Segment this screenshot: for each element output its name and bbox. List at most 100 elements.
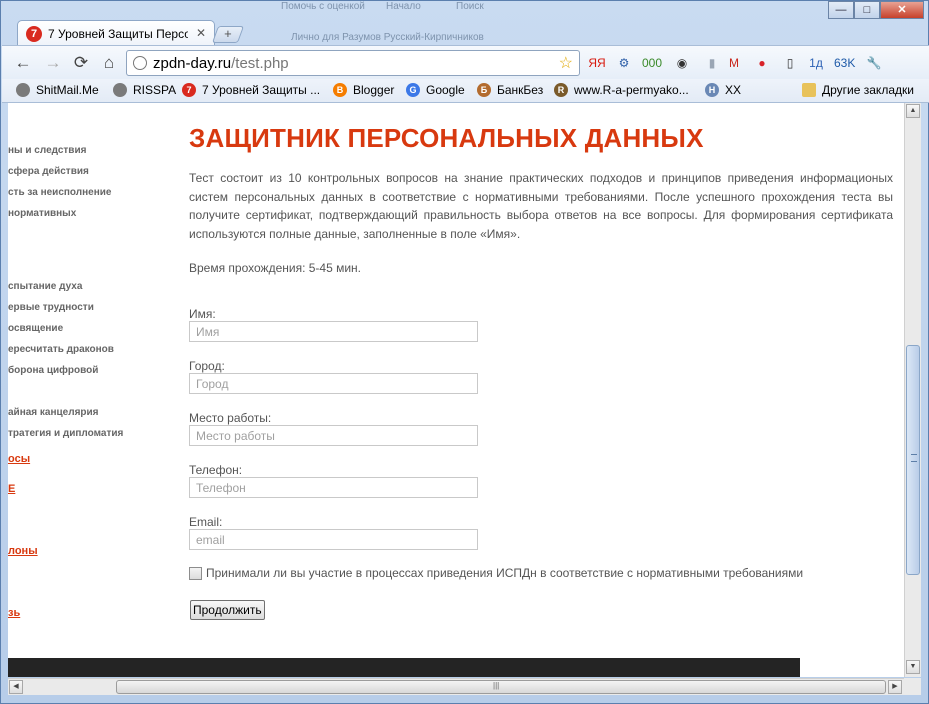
sidebar-menu-item[interactable]: ны и следствия: [8, 145, 86, 156]
calendar-icon[interactable]: 1д: [806, 54, 826, 72]
workplace-label: Место работы:: [189, 411, 272, 425]
tab-title: 7 Уровней Защиты Персона: [48, 26, 188, 41]
title-bar: 7 7 Уровней Защиты Персона ✕ + Помочь с …: [1, 1, 929, 46]
sidebar-menu-item[interactable]: сть за неисполнение: [8, 187, 111, 198]
bookmark-label: Blogger: [353, 83, 395, 97]
vertical-scrollbar[interactable]: ▲ ▼: [904, 103, 921, 677]
page-footer: [8, 658, 800, 677]
blogger-icon: B: [333, 83, 347, 97]
grip-icon: |||: [493, 681, 500, 690]
bookmark-icon: R: [554, 83, 568, 97]
participation-checkbox-label[interactable]: Принимали ли вы участие в процессах прив…: [206, 566, 803, 580]
phone-icon[interactable]: ▯: [780, 54, 800, 72]
bookmark-item[interactable]: H XX: [705, 83, 741, 97]
continue-button[interactable]: Продолжить: [190, 600, 265, 620]
bookmark-item[interactable]: ShitMail.Me: [16, 83, 99, 97]
browser-toolbar: ← → ⟳ ⌂ zpdn-day.ru/test.php ☆ ЯЯ ⚙ 000 ◉ ▮ M…: [2, 45, 929, 79]
stats-icon[interactable]: 63K: [834, 54, 855, 72]
sidebar-menu-item[interactable]: спытание духа: [8, 281, 82, 292]
bookmark-item[interactable]: Б БанкБез: [477, 83, 543, 97]
browser-tab[interactable]: 7 7 Уровней Защиты Персона ✕: [17, 20, 215, 46]
pills-icon[interactable]: ●: [752, 54, 772, 72]
folder-icon: [802, 83, 816, 97]
page-title: ЗАЩИТНИК ПЕРСОНАЛЬНЫХ ДАННЫХ: [189, 123, 704, 153]
sidebar-menu-item[interactable]: тратегия и дипломатия: [8, 428, 123, 439]
maximize-button[interactable]: □: [854, 1, 880, 19]
bookmark-label: XX: [725, 83, 742, 97]
wrench-icon[interactable]: 🔧: [864, 54, 884, 72]
camera-icon[interactable]: ◉: [672, 54, 692, 72]
bookmark-item[interactable]: Rwww.R-a-permyako...: [554, 83, 689, 97]
sidebar-menu-item[interactable]: лоны: [8, 545, 38, 557]
sidebar-menu-item[interactable]: осы: [8, 453, 30, 465]
counter-icon[interactable]: 000: [642, 54, 662, 72]
close-window-button[interactable]: ✕: [880, 1, 924, 19]
home-button[interactable]: ⌂: [98, 52, 120, 74]
reload-button[interactable]: ⟳: [70, 52, 92, 74]
background-title: Начало: [386, 1, 421, 12]
bookmark-label: 7 Уровней Защиты ...: [202, 83, 321, 97]
sidebar-menu-item[interactable]: ервые трудности: [8, 302, 94, 313]
bookmark-item[interactable]: G Google: [406, 83, 465, 97]
bookmark-label: www.R-a-permyako...: [574, 83, 689, 97]
bookmarks-bar: ShitMail.Me RISSPA 7 7 Уровней Защиты ... B B…: [2, 79, 929, 103]
bank-icon: Б: [477, 83, 491, 97]
participation-checkbox-row[interactable]: Принимали ли вы участие в процессах прив…: [189, 566, 803, 580]
sidebar-menu-item[interactable]: зь: [8, 607, 20, 619]
globe-icon: [113, 83, 127, 97]
background-title: Лично для Разумов Русский-Кирпичников: [291, 32, 484, 43]
sidebar-menu-item[interactable]: Е: [8, 483, 15, 495]
city-label: Город:: [189, 359, 225, 373]
test-duration: Время прохождения: 5-45 мин.: [189, 261, 362, 275]
new-tab-button[interactable]: +: [211, 26, 245, 43]
gmail-icon[interactable]: M: [724, 54, 744, 72]
scrollbar-corner: [904, 678, 921, 695]
back-button[interactable]: ←: [12, 52, 34, 74]
bookmark-label: RISSPA: [133, 83, 177, 97]
minimize-button[interactable]: —: [828, 1, 854, 19]
grip-icon: [911, 454, 917, 462]
close-tab-icon[interactable]: ✕: [196, 26, 206, 40]
horizontal-scrollbar[interactable]: ◀ ||| ▶: [8, 678, 904, 695]
bookmark-label: ShitMail.Me: [36, 83, 99, 97]
bookmark-label: Google: [426, 83, 465, 97]
url-text: zpdn-day.ru/test.php: [153, 55, 289, 72]
bookmark-star-icon[interactable]: ☆: [559, 53, 573, 73]
city-input[interactable]: [189, 373, 478, 394]
scroll-right-arrow-icon[interactable]: ▶: [888, 680, 902, 694]
scroll-down-arrow-icon[interactable]: ▼: [906, 660, 920, 674]
forward-button[interactable]: →: [42, 52, 64, 74]
sidebar-menu-item[interactable]: сфера действия: [8, 166, 89, 177]
other-bookmarks[interactable]: Другие закладки: [802, 83, 914, 97]
name-label: Имя:: [189, 307, 216, 321]
workplace-input[interactable]: [189, 425, 478, 446]
phone-label: Телефон:: [189, 463, 243, 477]
sidebar-menu-item[interactable]: айная канцелярия: [8, 407, 99, 418]
google-icon: G: [406, 83, 420, 97]
bookmark-item[interactable]: 7 7 Уровней Защиты ...: [182, 83, 320, 97]
signal-icon[interactable]: ▮: [702, 54, 722, 72]
sidebar-menu-item[interactable]: ересчитать драконов: [8, 344, 114, 355]
bookmark-item[interactable]: RISSPA: [113, 83, 176, 97]
phone-input[interactable]: [189, 477, 478, 498]
address-bar[interactable]: zpdn-day.ru/test.php ☆: [126, 50, 580, 76]
vertical-scroll-thumb[interactable]: [906, 345, 920, 575]
url-host: zpdn-day.ru: [153, 55, 232, 72]
sidebar-menu-item[interactable]: освящение: [8, 323, 63, 334]
settings-icon[interactable]: ⚙: [614, 54, 634, 72]
email-input[interactable]: [189, 529, 478, 550]
sidebar-menu-item[interactable]: нормативных: [8, 208, 76, 219]
hx-icon: H: [705, 83, 719, 97]
yandex-icon[interactable]: ЯЯ: [587, 54, 607, 72]
sidebar-menu-item[interactable]: борона цифровой: [8, 365, 98, 376]
scroll-up-arrow-icon[interactable]: ▲: [906, 104, 920, 118]
test-description: Тест состоит из 10 контрольных вопросов …: [189, 171, 893, 241]
scroll-left-arrow-icon[interactable]: ◀: [9, 680, 23, 694]
bookmark-item[interactable]: B Blogger: [333, 83, 394, 97]
participation-checkbox[interactable]: [189, 566, 202, 580]
name-input[interactable]: [189, 321, 478, 342]
sidebar-menu: ны и следствия сфера действия сть за неисп…: [8, 103, 178, 663]
horizontal-scroll-thumb[interactable]: |||: [116, 680, 886, 694]
site7-icon: 7: [182, 83, 196, 97]
email-label: Email:: [189, 515, 223, 529]
